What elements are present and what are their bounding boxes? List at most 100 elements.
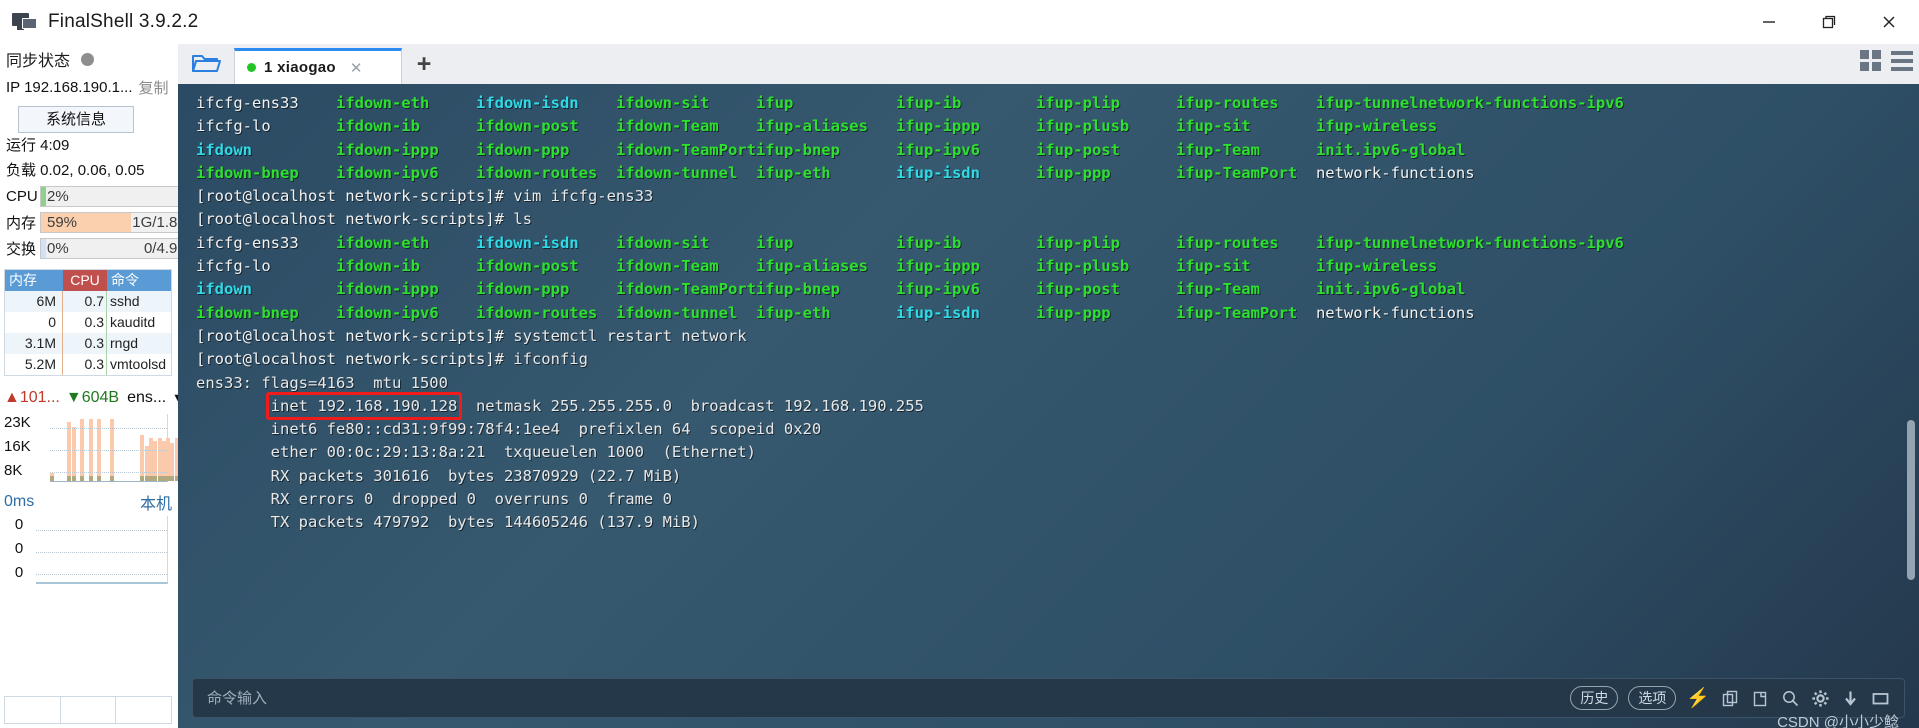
meter-fill [41,187,46,206]
cell-cpu: 0.7 [63,291,107,312]
network-graph-plot [50,414,209,482]
ls-entry: ifdown-ippp [336,280,439,299]
table-row[interactable]: 6M 0.7 sshd [5,291,171,312]
ping-graph: 0 0 0 [4,514,172,586]
shell-prompt: [root@localhost network-scripts]# [196,187,504,206]
ping-graph-axis: 0 0 0 [4,514,34,586]
network-graph: 23K 16K 8K [4,412,209,484]
ls-entry: ifdown-post [475,117,579,136]
command-input-bar[interactable]: 历史 选项 ⚡ [192,678,1905,718]
cell-memory: 5.2M [5,354,63,375]
ls-entry: ifcfg-ens33 [196,94,299,112]
app-root: FinalShell 3.9.2.2 同步状态 IP 192.168.190.1… [0,0,1919,728]
open-folder-icon[interactable] [178,44,234,84]
sidebar-bottom-strip [4,696,172,724]
shell-prompt: [root@localhost network-scripts]# [196,210,504,229]
ls-entry: ifup-sit [1175,117,1251,136]
graph-bar-secondary [50,476,54,481]
close-icon[interactable] [1859,0,1919,44]
ls-entry: ifdown-tunnel [615,163,738,182]
ls-entry: ifup-aliases [755,117,868,136]
paste-icon[interactable] [1751,689,1770,708]
ls-entry: ifdown [196,140,252,159]
meter-percent: 0% [47,240,69,257]
ls-entry: ifup [755,94,794,112]
copy-icon[interactable] [1721,689,1740,708]
ls-entry: ifup-routes [1175,94,1279,112]
gridline [36,552,167,553]
plus-icon[interactable]: + [402,44,446,84]
ls-entry: ifdown-eth [335,233,430,252]
graph-bar-secondary [80,476,85,481]
command-input[interactable] [193,689,1571,707]
ls-entry: ifdown-ib [335,117,420,136]
ls-entry: ifdown-sit [615,233,710,252]
window-icon[interactable] [1871,689,1890,708]
command-bar-icons: ⚡ [1686,689,1904,708]
ls-entry: ifdown-routes [475,163,598,182]
ls-entry: ifup-ppp [1035,163,1111,182]
ping-latency: 0ms [4,493,35,510]
cell-command: sshd [110,293,140,309]
gridline [50,428,167,429]
table-row[interactable]: 0 0.3 kauditd [5,312,171,333]
ls-entry: ifup-TeamPort [1175,303,1298,322]
ls-entry: ifup-sit [1175,257,1251,276]
ls-entry: network-functions-ipv6 [1418,233,1624,252]
ping-ylabel-1: 0 [14,540,24,557]
monitor-icon [12,11,38,33]
terminal-output: ifcfg-ens33 ifdown-eth ifdown-isdn ifdow… [196,94,1624,532]
window-controls [1739,0,1919,44]
options-button[interactable]: 选项 [1628,686,1677,710]
meter-bar: 59% 1G/1.8G [40,212,195,233]
restore-icon[interactable] [1799,0,1859,44]
ping-host-label: 本机 [139,496,172,513]
tab-1-xiaogao[interactable]: 1 xiaogao ✕ [234,48,402,84]
ls-entry: ifup-wireless [1315,117,1438,136]
search-icon[interactable] [1781,689,1800,708]
cell-command: rngd [110,335,139,351]
ls-entry: ifdown-ib [335,257,420,276]
list-view-icon[interactable] [1891,50,1913,71]
ls-entry: ifcfg-lo [196,117,271,136]
download-icon[interactable] [1841,689,1860,708]
ls-entry: ifdown-TeamPort [615,280,756,299]
close-icon[interactable]: ✕ [350,59,363,77]
ls-entry: ifcfg-lo [196,257,271,276]
ls-entry: ifup-eth [755,303,831,322]
minimize-icon[interactable] [1739,0,1799,44]
lightning-icon[interactable]: ⚡ [1686,689,1710,708]
history-button[interactable]: 历史 [1570,686,1619,710]
gear-icon[interactable] [1811,689,1830,708]
network-graph-axis: 23K 16K 8K [4,412,48,484]
table-row[interactable]: 5.2M 0.3 vmtoolsd [5,354,171,375]
scrollbar-thumb[interactable] [1907,420,1915,580]
watermark: CSDN @小小少鲶 [1777,714,1899,728]
arrow-down-icon: ▼ [65,389,82,406]
ls-entry: ifup-eth [755,163,831,182]
terminal-pane[interactable]: ifcfg-ens33 ifdown-eth ifdown-isdn ifdow… [178,84,1919,728]
ls-entry: ifdown-ipv6 [335,163,439,182]
ls-entry: ifup-Team [1175,280,1260,299]
cell-memory: 3.1M [5,333,63,354]
meter-bar: 2% [40,186,195,207]
terminal-scrollbar[interactable] [1907,90,1917,658]
copy-ip-button[interactable]: 复制 [139,77,169,98]
download-rate: 604B [81,389,120,406]
ls-entry: ifup [755,233,794,252]
meter-label: CPU [6,188,38,205]
ls-entry: ifdown-ppp [475,140,570,159]
cell-command: kauditd [110,314,156,330]
system-info-button[interactable]: 系统信息 [18,106,134,133]
ls-entry: network-functions [1315,163,1475,182]
inet-highlight-box: inet 192.168.190.128 [265,391,463,421]
table-row[interactable]: 3.1M 0.3 rngd [5,333,171,354]
gridline [36,530,167,531]
cell-cpu: 0.3 [63,312,107,333]
net-ylabel-0: 23K [4,414,31,431]
ls-entry: init.ipv6-global [1315,140,1466,159]
ls-entry: ifup-routes [1175,233,1279,252]
header-cpu: CPU [63,270,107,291]
grid-view-icon[interactable] [1860,50,1881,71]
ls-entry: ifup-ippp [895,257,980,276]
